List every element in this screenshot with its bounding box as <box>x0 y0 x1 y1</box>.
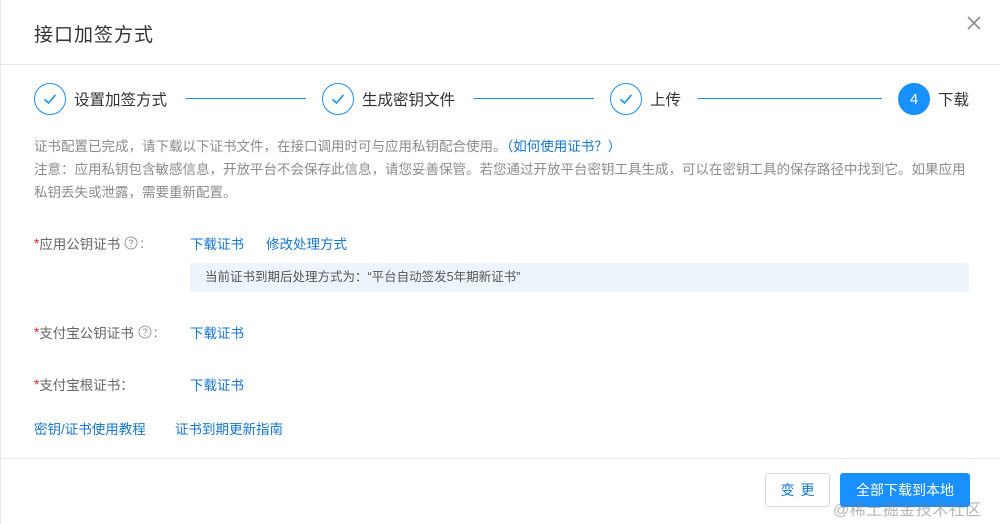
cert-renew-guide-link[interactable]: 证书到期更新指南 <box>175 418 283 438</box>
modify-handling-link[interactable]: 修改处理方式 <box>266 233 347 253</box>
step-generate-key: 生成密钥文件 <box>322 82 455 116</box>
watermark: @稀土掘金技术社区 <box>833 502 982 519</box>
dialog: 接口加签方式 设置加签方式 生成密钥文件 上传 4 下载 证书配置已完成，请下载… <box>0 0 1000 524</box>
step-divider <box>474 98 594 99</box>
dialog-header: 接口加签方式 <box>1 0 1000 65</box>
change-button[interactable]: 变更 <box>765 473 830 507</box>
app-public-cert-label: 应用公钥证书 <box>39 237 121 252</box>
footer-divider <box>1 458 1000 459</box>
question-icon[interactable] <box>124 236 138 250</box>
check-icon <box>34 83 66 115</box>
alipay-public-cert-row: * 支付宝公钥证书 : 下载证书 <box>34 322 969 342</box>
steps-bar: 设置加签方式 生成密钥文件 上传 4 下载 <box>1 82 1000 118</box>
dialog-title: 接口加签方式 <box>34 25 155 46</box>
step-set-sign-method: 设置加签方式 <box>34 82 167 116</box>
app-public-cert-row: * 应用公钥证书 : 下载证书 修改处理方式 <box>34 233 969 253</box>
how-to-use-cert-link[interactable]: （如何使用证书？） <box>507 139 622 154</box>
check-icon <box>322 83 354 115</box>
step-label: 上传 <box>650 92 682 109</box>
key-cert-tutorial-link[interactable]: 密钥/证书使用教程 <box>34 418 146 438</box>
step-divider <box>698 98 882 99</box>
alipay-public-cert-label: 支付宝公钥证书 <box>39 326 134 341</box>
step-upload: 上传 <box>610 82 681 116</box>
label-colon: : <box>153 324 158 340</box>
download-app-public-cert-link[interactable]: 下载证书 <box>190 233 244 253</box>
label-colon: : <box>140 235 145 251</box>
download-alipay-public-cert-link[interactable]: 下载证书 <box>190 322 244 342</box>
close-icon[interactable] <box>963 12 985 34</box>
step-divider <box>186 98 306 99</box>
info-line-2: 注意：应用私钥包含敏感信息，开放平台不会保存此信息，请您妥善保管。若您通过开放平… <box>34 162 966 200</box>
step-label: 下载 <box>938 92 970 109</box>
info-line-1: 证书配置已完成，请下载以下证书文件，在接口调用时可与应用私钥配合使用。 <box>34 139 507 154</box>
step-label: 生成密钥文件 <box>362 92 456 109</box>
info-text: 证书配置已完成，请下载以下证书文件，在接口调用时可与应用私钥配合使用。（如何使用… <box>34 135 969 204</box>
question-icon[interactable] <box>138 325 152 339</box>
step-number: 4 <box>898 83 930 115</box>
cert-expiry-notice: 当前证书到期后处理方式为：“平台自动签发5年期新证书” <box>190 263 969 292</box>
download-alipay-root-cert-link[interactable]: 下载证书 <box>190 374 244 394</box>
alipay-root-cert-label: 支付宝根证书： <box>39 378 134 393</box>
step-download: 4 下载 <box>898 82 969 116</box>
check-icon <box>610 83 642 115</box>
step-label: 设置加签方式 <box>74 92 168 109</box>
alipay-root-cert-row: * 支付宝根证书： 下载证书 <box>34 374 969 394</box>
